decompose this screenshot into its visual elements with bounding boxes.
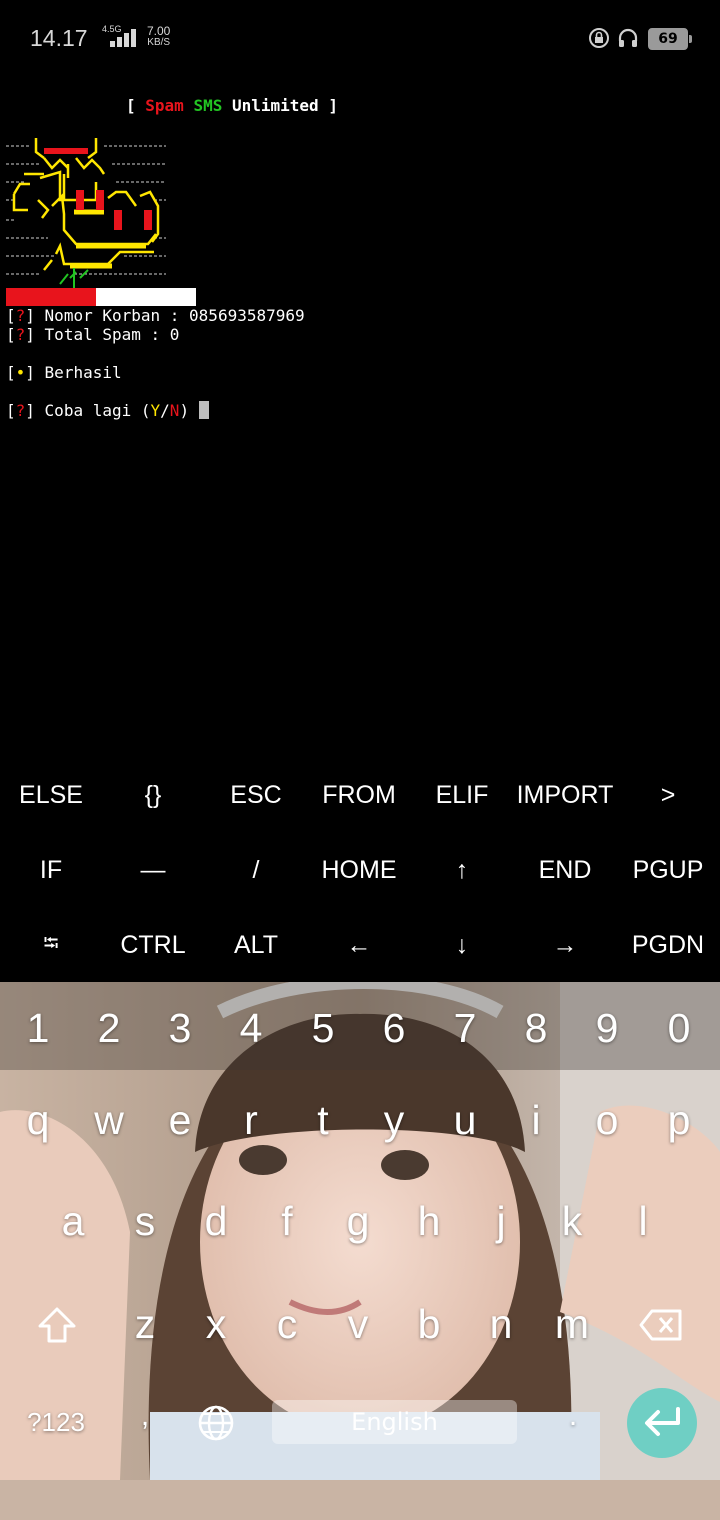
key-pgup[interactable]: PGUP (617, 833, 719, 908)
key-j[interactable]: j (466, 1181, 536, 1261)
key-3[interactable]: 3 (145, 988, 215, 1068)
key-c[interactable]: c (252, 1284, 322, 1364)
victim-number-line: [?] Nomor Korban : 085693587969 (6, 306, 305, 325)
key-t[interactable]: t (288, 1080, 358, 1160)
key-end[interactable]: END (514, 833, 616, 908)
success-line: [•] Berhasil (6, 363, 122, 382)
key-g[interactable]: g (323, 1181, 393, 1261)
key-dash[interactable]: — (102, 833, 204, 908)
key-f[interactable]: f (252, 1181, 322, 1261)
key-pgdn[interactable]: PGDN (617, 908, 719, 983)
period-key[interactable]: . (538, 1376, 608, 1456)
key-m[interactable]: m (537, 1284, 607, 1364)
key-down-arrow[interactable]: ↓ (411, 908, 513, 983)
key-y[interactable]: y (359, 1080, 429, 1160)
key-a[interactable]: a (38, 1181, 108, 1261)
key-right-arrow[interactable]: → (514, 908, 616, 983)
status-bar: 14.17 4.5G 7.00 KB/S 69 (0, 0, 720, 76)
headphones-icon (618, 28, 638, 47)
total-spam-line: [?] Total Spam : 0 (6, 325, 180, 344)
key-d[interactable]: d (181, 1181, 251, 1261)
retry-prompt-line: [?] Coba lagi (Y/N) (6, 401, 209, 420)
ascii-art-banner (6, 138, 166, 288)
key-esc[interactable]: ESC (205, 758, 307, 833)
banner-flag-bar (6, 288, 196, 306)
extra-keys-row-2: IF — / HOME ↑ END PGUP (0, 833, 720, 908)
key-if[interactable]: IF (0, 833, 102, 908)
key-n[interactable]: n (466, 1284, 536, 1364)
key-left-arrow[interactable]: ← (308, 908, 410, 983)
key-from[interactable]: FROM (308, 758, 410, 833)
key-b[interactable]: b (394, 1284, 464, 1364)
key-q[interactable]: q (3, 1080, 73, 1160)
key-2[interactable]: 2 (74, 988, 144, 1068)
battery-indicator: 69 (648, 28, 692, 50)
text-cursor (198, 401, 209, 419)
key-else[interactable]: ELSE (0, 758, 102, 833)
comma-key[interactable]: , (110, 1376, 180, 1456)
key-ctrl[interactable]: CTRL (102, 908, 204, 983)
key-import[interactable]: IMPORT (514, 758, 616, 833)
network-speed: 7.00 KB/S (147, 24, 171, 48)
key-s[interactable]: s (110, 1181, 180, 1261)
key-e[interactable]: e (145, 1080, 215, 1160)
key-z[interactable]: z (110, 1284, 180, 1364)
key-5[interactable]: 5 (288, 988, 358, 1068)
key-h[interactable]: h (394, 1181, 464, 1261)
key-9[interactable]: 9 (572, 988, 642, 1068)
key-4[interactable]: 4 (216, 988, 286, 1068)
lock-rotation-icon (589, 28, 609, 48)
key-i[interactable]: i (501, 1080, 571, 1160)
key-w[interactable]: w (74, 1080, 144, 1160)
key-braces[interactable]: {} (102, 758, 204, 833)
key-1[interactable]: 1 (3, 988, 73, 1068)
space-bar[interactable]: English (272, 1400, 517, 1444)
key-tab[interactable]: ⭾ (0, 908, 102, 983)
enter-key[interactable] (627, 1388, 697, 1458)
shift-icon[interactable] (36, 1306, 78, 1344)
globe-icon[interactable] (196, 1403, 236, 1443)
key-greater-than[interactable]: > (617, 758, 719, 833)
key-o[interactable]: o (572, 1080, 642, 1160)
key-6[interactable]: 6 (359, 988, 429, 1068)
soft-keyboard: 1 2 3 4 5 6 7 8 9 0 q w e r t y u i o p … (0, 982, 720, 1480)
navigation-bar (0, 1480, 720, 1520)
symbols-key[interactable]: ?123 (18, 1382, 94, 1462)
key-p[interactable]: p (644, 1080, 714, 1160)
extra-keys-row-3: ⭾ CTRL ALT ← ↓ → PGDN (0, 908, 720, 983)
key-r[interactable]: r (216, 1080, 286, 1160)
key-alt[interactable]: ALT (205, 908, 307, 983)
enter-icon (645, 1407, 680, 1436)
clock: 14.17 (30, 25, 88, 51)
key-v[interactable]: v (323, 1284, 393, 1364)
key-u[interactable]: u (430, 1080, 500, 1160)
banner-title: [ Spam SMS Unlimited ] (126, 96, 338, 115)
backspace-icon[interactable] (638, 1308, 684, 1342)
key-0[interactable]: 0 (644, 988, 714, 1068)
signal-icon (110, 27, 140, 47)
key-up-arrow[interactable]: ↑ (411, 833, 513, 908)
key-home[interactable]: HOME (308, 833, 410, 908)
key-x[interactable]: x (181, 1284, 251, 1364)
key-8[interactable]: 8 (501, 988, 571, 1068)
key-k[interactable]: k (537, 1181, 607, 1261)
key-7[interactable]: 7 (430, 988, 500, 1068)
key-slash[interactable]: / (205, 833, 307, 908)
key-l[interactable]: l (608, 1181, 678, 1261)
extra-keys-row-1: ELSE {} ESC FROM ELIF IMPORT > (0, 758, 720, 833)
key-elif[interactable]: ELIF (411, 758, 513, 833)
